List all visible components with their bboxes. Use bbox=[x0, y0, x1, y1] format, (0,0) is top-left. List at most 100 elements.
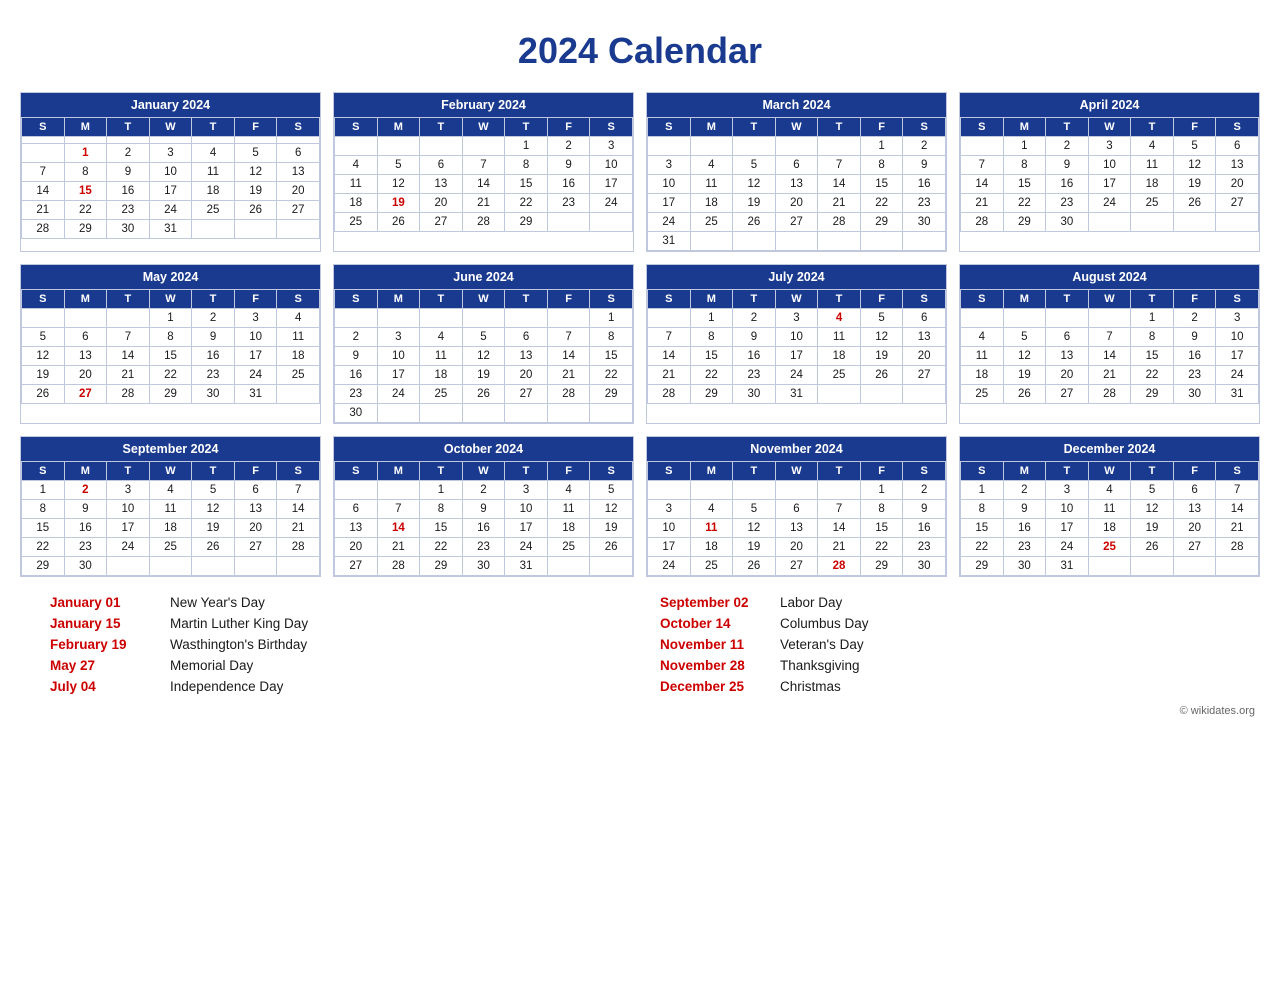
calendar-day: 21 bbox=[1216, 519, 1259, 538]
calendar-day: 3 bbox=[648, 500, 691, 519]
holiday-name: New Year's Day bbox=[170, 595, 265, 610]
calendar-day: 10 bbox=[377, 347, 420, 366]
weekday-header: M bbox=[64, 290, 107, 309]
calendar-day: 31 bbox=[775, 385, 818, 404]
calendar-day: 20 bbox=[64, 366, 107, 385]
calendar-day: 29 bbox=[420, 557, 463, 576]
month-table-7: SMTWTFS123456789101112131415161718192021… bbox=[647, 289, 946, 404]
calendar-day: 28 bbox=[277, 538, 320, 557]
calendar-day: 30 bbox=[1046, 213, 1089, 232]
calendar-day bbox=[775, 137, 818, 156]
calendar-day: 14 bbox=[377, 519, 420, 538]
calendar-day bbox=[377, 137, 420, 156]
calendar-day: 15 bbox=[961, 519, 1004, 538]
weekday-header: F bbox=[547, 118, 590, 137]
calendar-week-row: 28293031 bbox=[648, 385, 946, 404]
calendar-day: 5 bbox=[22, 328, 65, 347]
calendar-day: 7 bbox=[1216, 481, 1259, 500]
month-11: November 2024SMTWTFS12345678910111213141… bbox=[646, 436, 947, 577]
month-table-12: SMTWTFS123456789101112131415161718192021… bbox=[960, 461, 1259, 576]
calendar-day: 16 bbox=[547, 175, 590, 194]
calendar-day: 28 bbox=[462, 213, 505, 232]
calendar-day: 18 bbox=[192, 182, 235, 201]
month-header-10: October 2024 bbox=[334, 437, 633, 461]
weekday-header: T bbox=[733, 118, 776, 137]
calendar-day: 14 bbox=[462, 175, 505, 194]
calendar-day: 16 bbox=[107, 182, 150, 201]
calendar-week-row: 15161718192021 bbox=[22, 519, 320, 538]
calendar-day: 27 bbox=[1173, 538, 1216, 557]
month-table-4: SMTWTFS123456789101112131415161718192021… bbox=[960, 117, 1259, 232]
holiday-row: November 11Veteran's Day bbox=[660, 637, 1230, 652]
calendar-day: 21 bbox=[277, 519, 320, 538]
month-12: December 2024SMTWTFS12345678910111213141… bbox=[959, 436, 1260, 577]
calendar-day: 24 bbox=[1046, 538, 1089, 557]
calendar-day bbox=[335, 481, 378, 500]
calendar-day: 26 bbox=[733, 213, 776, 232]
month-table-11: SMTWTFS123456789101112131415161718192021… bbox=[647, 461, 946, 576]
calendar-day: 16 bbox=[733, 347, 776, 366]
calendar-week-row: 3456789 bbox=[648, 156, 946, 175]
calendar-day bbox=[192, 557, 235, 576]
holidays-left: January 01New Year's DayJanuary 15Martin… bbox=[50, 595, 620, 700]
calendar-day: 26 bbox=[192, 538, 235, 557]
calendar-day: 29 bbox=[22, 557, 65, 576]
month-table-8: SMTWTFS123456789101112131415161718192021… bbox=[960, 289, 1259, 404]
calendar-day: 10 bbox=[1046, 500, 1089, 519]
calendar-day: 4 bbox=[277, 309, 320, 328]
calendar-day: 18 bbox=[961, 366, 1004, 385]
calendar-day bbox=[462, 404, 505, 423]
calendar-day: 3 bbox=[590, 137, 633, 156]
weekday-header: S bbox=[22, 290, 65, 309]
calendar-day: 25 bbox=[277, 366, 320, 385]
calendar-day: 27 bbox=[335, 557, 378, 576]
calendar-day: 24 bbox=[648, 213, 691, 232]
holiday-name: Martin Luther King Day bbox=[170, 616, 308, 631]
calendar-day: 8 bbox=[860, 156, 903, 175]
calendar-week-row: 12131415161718 bbox=[22, 347, 320, 366]
calendar-day: 18 bbox=[1131, 175, 1174, 194]
holiday-date: November 28 bbox=[660, 658, 780, 673]
calendar-week-row: 45678910 bbox=[961, 328, 1259, 347]
calendar-day bbox=[648, 309, 691, 328]
month-header-2: February 2024 bbox=[334, 93, 633, 117]
calendar-day: 10 bbox=[505, 500, 548, 519]
calendar-day: 24 bbox=[775, 366, 818, 385]
calendar-day: 25 bbox=[961, 385, 1004, 404]
calendar-day: 24 bbox=[1216, 366, 1259, 385]
calendar-day: 29 bbox=[1003, 213, 1046, 232]
calendar-day: 23 bbox=[107, 201, 150, 220]
calendar-day: 6 bbox=[234, 481, 277, 500]
calendar-day: 27 bbox=[903, 366, 946, 385]
weekday-header: S bbox=[648, 462, 691, 481]
calendar-day: 13 bbox=[775, 175, 818, 194]
calendar-day: 23 bbox=[1046, 194, 1089, 213]
calendar-day: 7 bbox=[462, 156, 505, 175]
calendar-day: 1 bbox=[1131, 309, 1174, 328]
calendar-day: 22 bbox=[860, 194, 903, 213]
calendar-week-row: 12345 bbox=[335, 481, 633, 500]
calendar-day: 6 bbox=[420, 156, 463, 175]
calendar-day: 11 bbox=[1131, 156, 1174, 175]
holiday-row: January 15Martin Luther King Day bbox=[50, 616, 620, 631]
calendar-week-row: 891011121314 bbox=[22, 500, 320, 519]
calendar-day: 8 bbox=[690, 328, 733, 347]
weekday-header: W bbox=[462, 290, 505, 309]
calendar-day: 12 bbox=[590, 500, 633, 519]
calendar-day: 16 bbox=[335, 366, 378, 385]
calendar-day: 20 bbox=[775, 194, 818, 213]
calendar-day bbox=[277, 385, 320, 404]
calendar-day bbox=[277, 137, 320, 144]
calendar-day: 13 bbox=[505, 347, 548, 366]
month-8: August 2024SMTWTFS1234567891011121314151… bbox=[959, 264, 1260, 424]
calendar-day: 21 bbox=[462, 194, 505, 213]
holiday-row: November 28Thanksgiving bbox=[660, 658, 1230, 673]
calendar-day bbox=[335, 309, 378, 328]
calendar-day: 10 bbox=[1088, 156, 1131, 175]
weekday-header: F bbox=[860, 462, 903, 481]
calendar-week-row: 78910111213 bbox=[961, 156, 1259, 175]
calendar-day: 3 bbox=[1046, 481, 1089, 500]
calendar-day: 23 bbox=[64, 538, 107, 557]
weekday-header: W bbox=[149, 290, 192, 309]
calendar-day: 31 bbox=[1216, 385, 1259, 404]
